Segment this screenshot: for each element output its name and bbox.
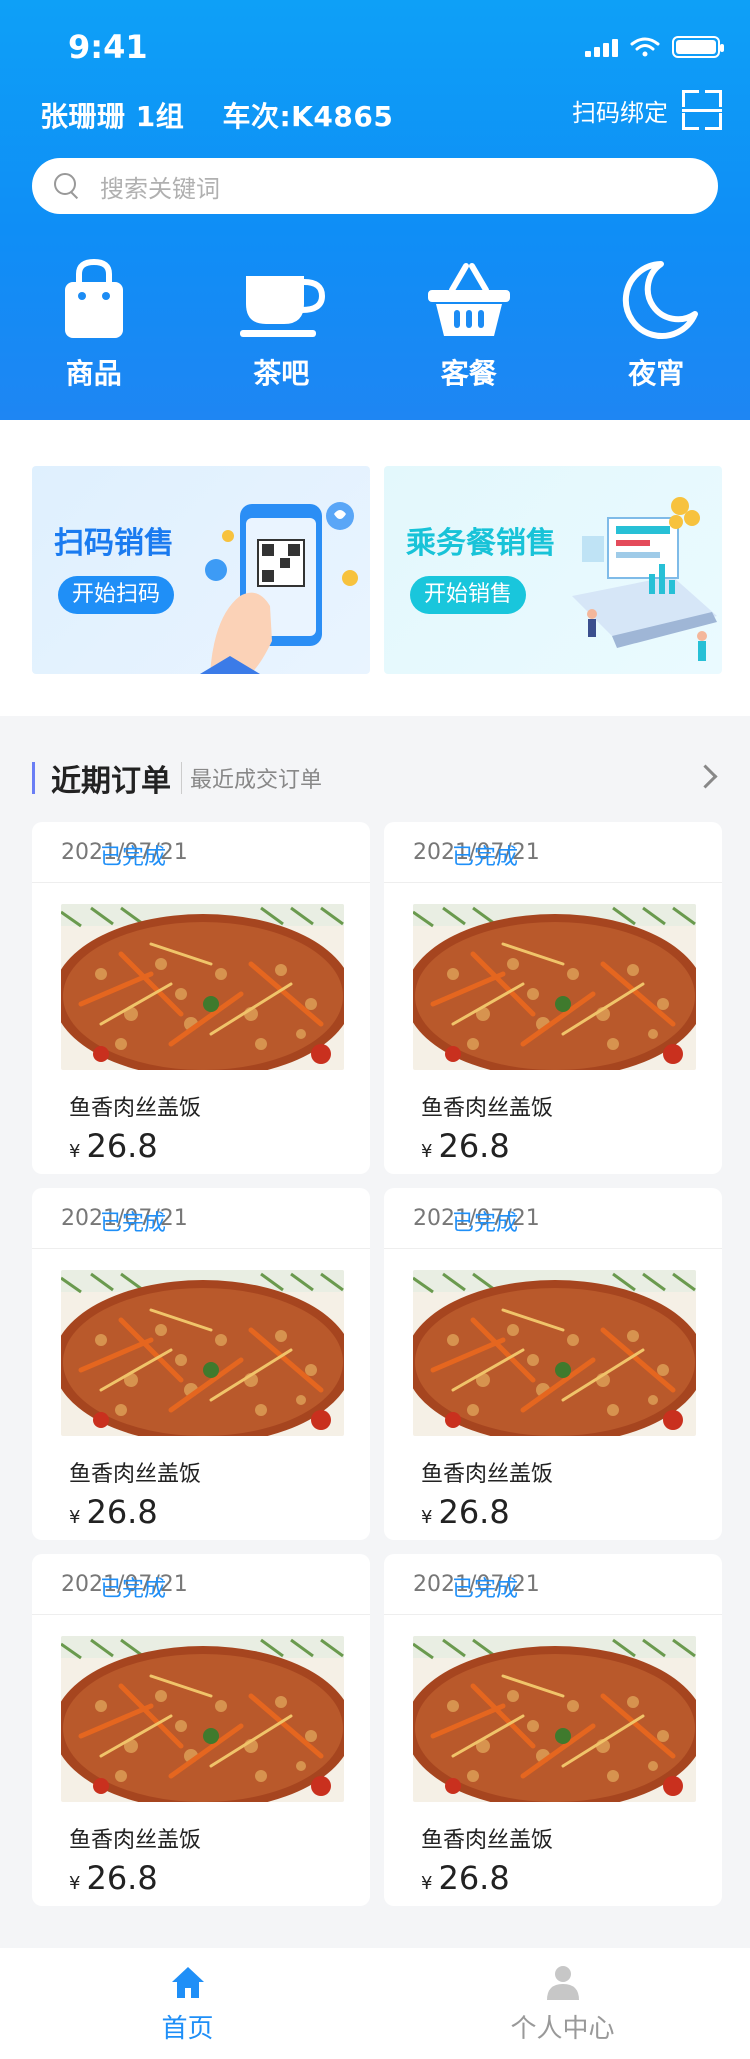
status-icons [585, 36, 724, 58]
chevron-right-icon[interactable] [693, 764, 718, 789]
status-time: 9:41 [68, 28, 148, 66]
food-image [413, 904, 696, 1070]
tab-profile[interactable]: 个人中心 [375, 1948, 750, 2059]
divider [384, 882, 722, 883]
scan-bind-label: 扫码绑定 [572, 98, 668, 127]
category-tea[interactable]: 茶吧 [211, 258, 351, 392]
header: 9:41 张珊珊 1组 车次:K4865 扫码绑定 搜索关键词 商品 茶吧 客餐… [0, 0, 750, 420]
search-icon [54, 173, 80, 199]
dish-name: 鱼香肉丝盖饭 [421, 1096, 554, 1121]
order-status: 已完成 [452, 1211, 519, 1236]
start-sale-button[interactable]: 开始销售 [410, 576, 527, 614]
category-meal[interactable]: 客餐 [399, 258, 539, 392]
divider [32, 1614, 370, 1615]
divider [32, 882, 370, 883]
shopping-bag-icon [64, 258, 123, 338]
order-status: 已完成 [100, 1577, 167, 1602]
tab-bar: 首页 个人中心 [0, 1948, 750, 2059]
wifi-icon [630, 37, 660, 57]
tab-label: 首页 [161, 2014, 214, 2044]
divider [384, 1248, 722, 1249]
category-nav: 商品 茶吧 客餐 夜宵 [0, 258, 750, 392]
tab-home[interactable]: 首页 [0, 1948, 375, 2059]
divider [384, 1614, 722, 1615]
food-image [413, 1270, 696, 1436]
banner-area: 扫码销售 开始扫码 乘务餐销售 开始销售 [0, 420, 750, 716]
food-image [61, 904, 344, 1070]
dish-price: ¥26.8 [69, 1127, 158, 1165]
order-card[interactable]: 2021/07/21 已完成 鱼香肉丝盖饭 ¥26.8 [384, 822, 722, 1174]
order-card[interactable]: 2021/07/21 已完成 鱼香肉丝盖饭 ¥26.8 [32, 1188, 370, 1540]
scan-bind-button[interactable]: 扫码绑定 [572, 90, 722, 130]
search-input[interactable]: 搜索关键词 [32, 158, 718, 214]
dish-price: ¥26.8 [421, 1127, 510, 1165]
search-placeholder: 搜索关键词 [100, 174, 220, 203]
section-subtitle: 最近成交订单 [181, 762, 322, 794]
scan-icon [682, 90, 722, 130]
food-image [61, 1636, 344, 1802]
basket-icon [427, 263, 510, 336]
dish-name: 鱼香肉丝盖饭 [69, 1462, 202, 1487]
signal-icon [585, 37, 618, 57]
category-label: 夜宵 [628, 357, 685, 390]
laptop-chart-illustration [572, 497, 717, 661]
dish-name: 鱼香肉丝盖饭 [421, 1828, 554, 1853]
dish-price: ¥26.8 [421, 1493, 510, 1531]
order-status: 已完成 [100, 1211, 167, 1236]
dish-price: ¥26.8 [69, 1859, 158, 1897]
dish-price: ¥26.8 [69, 1493, 158, 1531]
start-scan-button[interactable]: 开始扫码 [58, 576, 175, 614]
user-name: 张珊珊 1组 [40, 100, 185, 133]
user-info: 张珊珊 1组 车次:K4865 [40, 95, 393, 135]
tab-label: 个人中心 [510, 2014, 615, 2044]
scan-sale-banner[interactable]: 扫码销售 开始扫码 [32, 466, 370, 674]
person-icon [546, 1966, 579, 2000]
dish-name: 鱼香肉丝盖饭 [69, 1096, 202, 1121]
phone-qr-illustration [200, 502, 358, 674]
banner-title: 乘务餐销售 [406, 526, 556, 561]
section-accent-bar [32, 762, 35, 794]
category-label: 客餐 [440, 357, 497, 390]
category-label: 商品 [65, 357, 122, 390]
crew-meal-banner[interactable]: 乘务餐销售 开始销售 [384, 466, 722, 674]
order-card[interactable]: 2021/07/21 已完成 鱼香肉丝盖饭 ¥26.8 [32, 1554, 370, 1906]
order-status: 已完成 [452, 1577, 519, 1602]
coffee-cup-icon [240, 276, 326, 337]
train-number: 车次:K4865 [222, 100, 394, 133]
dish-name: 鱼香肉丝盖饭 [421, 1462, 554, 1487]
category-goods[interactable]: 商品 [24, 258, 164, 392]
banner-title: 扫码销售 [54, 526, 174, 561]
dish-price: ¥26.8 [421, 1859, 510, 1897]
order-card[interactable]: 2021/07/21 已完成 鱼香肉丝盖饭 ¥26.8 [32, 822, 370, 1174]
order-card[interactable]: 2021/07/21 已完成 鱼香肉丝盖饭 ¥26.8 [384, 1554, 722, 1906]
divider [32, 1248, 370, 1249]
category-label: 茶吧 [253, 357, 310, 390]
recent-orders-header[interactable]: 近期订单 最近成交订单 [32, 758, 718, 799]
category-night[interactable]: 夜宵 [586, 258, 726, 392]
food-image [61, 1270, 344, 1436]
battery-icon [672, 36, 724, 58]
order-status: 已完成 [100, 845, 167, 870]
moon-icon [623, 261, 699, 339]
order-status: 已完成 [452, 845, 519, 870]
home-icon [171, 1967, 204, 1998]
dish-name: 鱼香肉丝盖饭 [69, 1828, 202, 1853]
order-card[interactable]: 2021/07/21 已完成 鱼香肉丝盖饭 ¥26.8 [384, 1188, 722, 1540]
food-image [413, 1636, 696, 1802]
section-title: 近期订单 [51, 764, 171, 799]
